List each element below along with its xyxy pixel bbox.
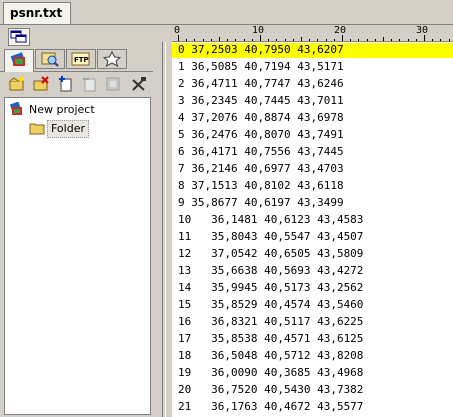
new-project-icon[interactable] [8,75,26,93]
ruler-tick [186,39,188,41]
editor-line[interactable]: 13 35,6638 40,5693 43,4272 [172,264,453,279]
tree-item-label: Folder [47,120,89,138]
tree-item-label: New project [29,103,95,116]
text-editor: 0 10 20 30 0 37,2503 40,7950 43,6207 1 36… [154,25,453,417]
ruler-tick [292,39,294,41]
project-icon [10,52,26,66]
ruler-tick [219,37,220,41]
editor-gutter [154,42,172,417]
ruler-tick [194,39,196,41]
editor-line[interactable]: 17 35,8538 40,4571 43,6125 [172,332,453,347]
close-project-icon[interactable] [32,75,50,93]
ruler-tick [227,39,229,41]
ruler-tick [202,39,204,41]
folder-icon [29,123,45,135]
editor-line[interactable]: 14 35,9945 40,5173 43,2562 [172,281,453,296]
editor-line[interactable]: 12 37,0542 40,6505 43,5809 [172,247,453,262]
editor-line[interactable]: 1 36,5085 40,7194 43,5171 [172,60,453,75]
document-tab-psnr[interactable]: psnr.txt [3,2,71,24]
tab-project[interactable] [4,49,34,72]
tools-icon[interactable] [130,75,148,93]
ruler-tick [260,35,261,41]
ruler-tick [178,35,179,41]
project-panel: FTP New project Folder [0,25,153,417]
ruler-tick [317,39,319,41]
ruler-tick [358,39,360,41]
editor-line[interactable]: 20 36,7520 40,5430 43,7382 [172,383,453,398]
ruler-tick [342,35,343,41]
ftp-icon: FTP [71,52,90,66]
ruler-tick [366,39,368,41]
ruler-mark: 10 [252,25,265,36]
ruler-tick [309,39,311,41]
editor-line[interactable]: 15 35,8529 40,4574 43,5460 [172,298,453,313]
editor-line[interactable]: 18 36,5048 40,5712 43,8208 [172,349,453,364]
ruler-tick [415,39,417,41]
editor-line[interactable]: 16 36,8321 40,5117 43,6225 [172,315,453,330]
window-list-icon[interactable] [8,28,30,46]
remove-file-icon[interactable] [80,75,98,93]
ruler-tick [350,39,352,41]
editor-line[interactable]: 10 36,1481 40,6123 43,4583 [172,213,453,228]
ruler-tick [210,39,212,41]
editor-line[interactable]: 6 36,4171 40,7556 43,7445 [172,145,453,160]
project-icon [9,102,22,115]
editor-line[interactable]: 4 37,2076 40,8874 43,6978 [172,111,453,126]
editor-line[interactable]: 11 35,8043 40,5547 43,4507 [172,230,453,245]
ruler-tick [448,39,450,41]
ruler-tick [432,39,434,41]
add-file-icon[interactable] [56,75,74,93]
project-toolbar [0,72,153,96]
ruler-tick [440,39,442,41]
file-browser-icon [41,52,59,67]
tab-ftp[interactable]: FTP [66,49,96,69]
editor-line[interactable]: 7 36,2146 40,6977 43,4703 [172,162,453,177]
ruler-mark: 30 [416,25,429,36]
ruler-tick [268,39,270,41]
ruler-tick [325,39,327,41]
editor-line[interactable]: 0 37,2503 40,7950 43,6207 [172,43,453,58]
properties-icon[interactable] [104,75,122,93]
tab-favorites[interactable] [97,49,127,69]
editor-line[interactable]: 2 36,4711 40,7747 43,6246 [172,77,453,92]
ruler-tick [424,35,425,41]
ruler-tick [374,39,376,41]
svg-text:FTP: FTP [74,56,89,64]
editor-line[interactable]: 3 36,2345 40,7445 43,7011 [172,94,453,109]
ruler-tick [399,39,401,41]
column-ruler: 0 10 20 30 [172,25,453,42]
ruler-tick [276,39,278,41]
ruler-tick [243,39,245,41]
editor-line[interactable]: 19 36,0090 40,3685 43,4968 [172,366,453,381]
editor-line[interactable]: 8 37,1513 40,8102 43,6118 [172,179,453,194]
ruler-mark: 20 [334,25,347,36]
document-tab-strip: psnr.txt [0,0,453,25]
editor-line[interactable]: 5 36,2476 40,8070 43,7491 [172,128,453,143]
project-tree: New project Folder [4,97,151,415]
ruler-tick [333,39,335,41]
ruler-tick [284,39,286,41]
ruler-tick [251,39,253,41]
editor-line[interactable]: 9 35,8677 40,6197 43,3499 [172,196,453,211]
ruler-tick [301,37,302,41]
editor-text-area[interactable]: 0 37,2503 40,7950 43,6207 1 36,5085 40,71… [172,42,453,417]
ruler-tick [383,37,384,41]
ruler-tick [391,39,393,41]
tab-file-browser[interactable] [35,49,65,69]
ruler-tick [407,39,409,41]
editor-line[interactable]: 21 36,1763 40,4672 43,5577 [172,400,453,415]
ruler-tick [235,39,237,41]
favorites-star-icon [102,50,122,68]
panel-tabs: FTP [0,47,153,72]
